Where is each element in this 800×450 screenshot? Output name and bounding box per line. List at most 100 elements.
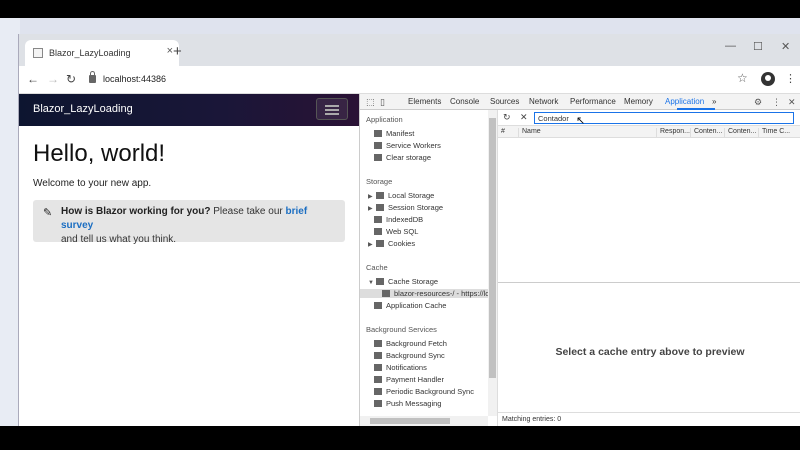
- sidebar-item-cache-storage[interactable]: ▼ Cache Storage: [368, 277, 438, 286]
- sidebar-item-label: Cookies: [388, 239, 416, 248]
- tab-memory[interactable]: Memory: [624, 97, 653, 106]
- sidebar-item-clear-storage[interactable]: Clear storage: [374, 153, 431, 162]
- sidebar-item-manifest[interactable]: Manifest: [374, 129, 414, 138]
- pane-splitter[interactable]: [498, 282, 800, 283]
- expand-triangle-icon[interactable]: ▶: [368, 205, 374, 212]
- application-sidebar: Application Manifest Service Workers Cle…: [360, 110, 498, 426]
- refresh-icon[interactable]: ↻: [503, 112, 511, 123]
- devtools-panel: ⬚ ▯ Elements Console Sources Network Per…: [359, 94, 800, 426]
- sidebar-item-blazor-resources[interactable]: blazor-resources-/ - https://lo: [360, 289, 490, 298]
- devtools-tab-bar: ⬚ ▯ Elements Console Sources Network Per…: [360, 94, 800, 110]
- devtools-menu-button[interactable]: ⋮: [772, 97, 781, 108]
- matching-entries-status: Matching entries: 0: [498, 412, 800, 426]
- grid-icon: [376, 192, 384, 199]
- scrollbar-thumb[interactable]: [370, 418, 450, 424]
- sidebar-scrollbar[interactable]: [488, 110, 497, 416]
- sidebar-item-label: Manifest: [386, 129, 415, 138]
- cookie-icon: [376, 240, 384, 247]
- hamburger-icon: [325, 109, 339, 111]
- tab-title: Blazor_LazyLoading: [49, 48, 131, 58]
- welcome-text: Welcome to your new app.: [33, 178, 152, 189]
- navbar-toggle-button[interactable]: [316, 98, 348, 120]
- sidebar-item-background-sync[interactable]: Background Sync: [374, 351, 445, 360]
- sidebar-item-label: Cache Storage: [388, 277, 439, 286]
- sidebar-item-push-messaging[interactable]: Push Messaging: [374, 399, 441, 408]
- sidebar-item-background-fetch[interactable]: Background Fetch: [374, 339, 447, 348]
- tab-sources[interactable]: Sources: [490, 97, 519, 106]
- database-icon: [376, 278, 384, 285]
- sidebar-item-payment-handler[interactable]: Payment Handler: [374, 375, 444, 384]
- reload-button[interactable]: ↻: [66, 72, 76, 86]
- forward-button[interactable]: →: [47, 72, 59, 86]
- delete-entry-icon[interactable]: ✕: [520, 112, 528, 123]
- profile-avatar-icon[interactable]: [761, 72, 775, 86]
- cache-toolbar: ↻ ✕ Contador: [498, 110, 800, 126]
- browser-toolbar: ← → ↻ localhost:44386 ☆ ⋮: [19, 66, 800, 94]
- column-header-response-type[interactable]: Respon...: [656, 128, 690, 138]
- devtools-close-button[interactable]: ✕: [788, 97, 796, 108]
- more-tabs-button[interactable]: »: [712, 97, 716, 106]
- collapse-triangle-icon[interactable]: ▼: [368, 280, 374, 286]
- sidebar-item-label: Periodic Background Sync: [386, 387, 474, 396]
- sidebar-horizontal-scrollbar[interactable]: [360, 416, 488, 426]
- bell-icon: [374, 364, 382, 371]
- tab-performance[interactable]: Performance: [570, 97, 616, 106]
- column-header-name[interactable]: Name: [518, 128, 656, 138]
- sidebar-item-web-sql[interactable]: Web SQL: [374, 227, 418, 236]
- sidebar-item-label: Local Storage: [388, 191, 435, 200]
- settings-gear-icon[interactable]: ⚙: [754, 97, 762, 108]
- sidebar-item-label: Background Fetch: [386, 339, 447, 348]
- bookmark-star-icon[interactable]: ☆: [737, 71, 748, 85]
- tab-network[interactable]: Network: [529, 97, 558, 106]
- background-window-edge: [0, 18, 20, 426]
- tab-elements[interactable]: Elements: [408, 97, 441, 106]
- column-header-index[interactable]: #: [498, 128, 518, 138]
- sidebar-item-cookies[interactable]: ▶ Cookies: [368, 239, 415, 248]
- sidebar-item-periodic-sync[interactable]: Periodic Background Sync: [374, 387, 474, 396]
- browser-menu-button[interactable]: ⋮: [785, 72, 796, 85]
- cloud-icon: [374, 400, 382, 407]
- sidebar-item-label: Service Workers: [386, 141, 441, 150]
- browser-window: Blazor_LazyLoading × + — ☐ ✕ ← → ↻ local…: [18, 34, 800, 426]
- section-header-storage: Storage: [366, 177, 393, 186]
- screen-frame: Blazor_LazyLoading × + — ☐ ✕ ← → ↻ local…: [0, 0, 800, 450]
- expand-triangle-icon[interactable]: ▶: [368, 241, 374, 248]
- back-button[interactable]: ←: [27, 72, 39, 86]
- survey-alert: ✎ How is Blazor working for you? Please …: [33, 200, 345, 245]
- browser-tab[interactable]: Blazor_LazyLoading ×: [25, 40, 179, 66]
- sidebar-item-label: Notifications: [386, 363, 427, 372]
- hamburger-icon: [325, 105, 339, 107]
- maximize-button[interactable]: ☐: [753, 40, 763, 53]
- inspect-element-icon[interactable]: ⬚: [366, 97, 375, 108]
- app-navbar: Blazor_LazyLoading: [19, 94, 359, 126]
- address-bar[interactable]: localhost:44386: [83, 70, 723, 90]
- sidebar-item-application-cache[interactable]: Application Cache: [374, 301, 446, 310]
- cache-table-header: # Name Respon... Conten... Conten... Tim…: [498, 126, 800, 138]
- survey-question: How is Blazor working for you?: [61, 206, 211, 217]
- column-header-content-length[interactable]: Conten...: [724, 128, 758, 138]
- tab-console[interactable]: Console: [450, 97, 479, 106]
- cache-storage-view: ↻ ✕ Contador # Name Respon... Conten... …: [498, 110, 800, 426]
- app-brand[interactable]: Blazor_LazyLoading: [33, 103, 133, 115]
- filter-input[interactable]: Contador: [534, 112, 794, 124]
- minimize-button[interactable]: —: [725, 40, 736, 52]
- tab-application[interactable]: Application: [665, 97, 704, 106]
- sidebar-item-notifications[interactable]: Notifications: [374, 363, 427, 372]
- window-close-button[interactable]: ✕: [781, 40, 790, 53]
- device-toolbar-icon[interactable]: ▯: [380, 97, 385, 108]
- scrollbar-thumb[interactable]: [489, 118, 496, 378]
- column-header-time-cached[interactable]: Time C...: [758, 128, 800, 138]
- sidebar-item-session-storage[interactable]: ▶ Session Storage: [368, 203, 443, 212]
- sidebar-item-local-storage[interactable]: ▶ Local Storage: [368, 191, 434, 200]
- expand-triangle-icon[interactable]: ▶: [368, 193, 374, 200]
- survey-prompt: Please take our: [210, 206, 286, 217]
- column-header-content-type[interactable]: Conten...: [690, 128, 724, 138]
- sidebar-item-label: blazor-resources-/ - https://lo: [394, 289, 490, 298]
- section-header-application: Application: [366, 115, 403, 124]
- sidebar-item-indexeddb[interactable]: IndexedDB: [374, 215, 423, 224]
- sidebar-item-label: Background Sync: [386, 351, 445, 360]
- sidebar-item-label: Web SQL: [386, 227, 419, 236]
- new-tab-button[interactable]: +: [173, 43, 182, 60]
- sidebar-item-service-workers[interactable]: Service Workers: [374, 141, 441, 150]
- sidebar-item-label: Push Messaging: [386, 399, 442, 408]
